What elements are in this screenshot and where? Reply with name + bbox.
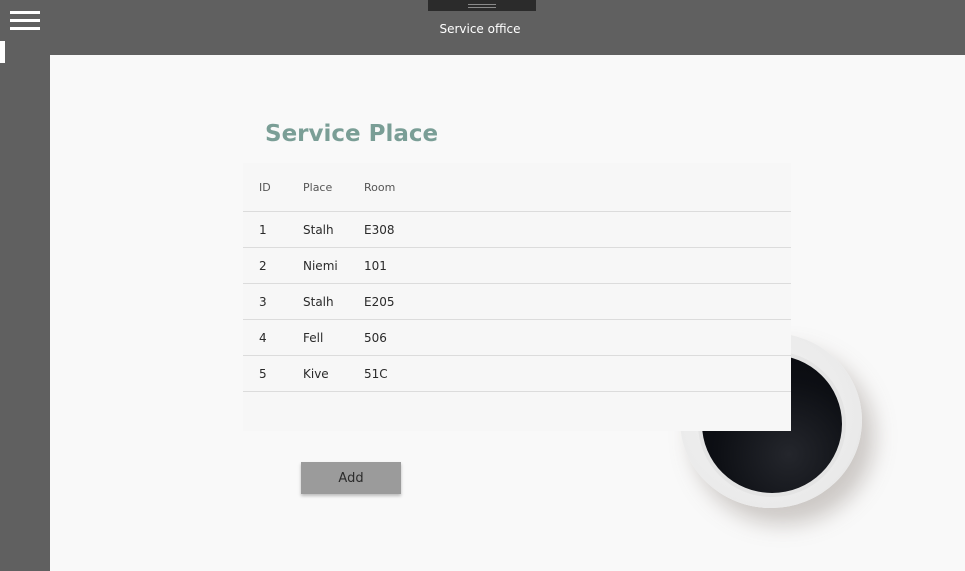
cell-place: Stalh <box>303 295 334 309</box>
table-row[interactable]: 5 Kive 51C <box>243 356 791 392</box>
drag-handle[interactable] <box>428 0 536 11</box>
cell-id: 3 <box>259 295 267 309</box>
service-place-table: ID Place Room 1 Stalh E308 2 Niemi 101 3… <box>243 163 791 431</box>
cell-room: 506 <box>364 331 387 345</box>
cell-id: 2 <box>259 259 267 273</box>
table-row[interactable]: 1 Stalh E308 <box>243 212 791 248</box>
table-row[interactable]: 2 Niemi 101 <box>243 248 791 284</box>
window-title: Service office <box>439 22 521 36</box>
cell-place: Stalh <box>303 223 334 237</box>
cell-room: E308 <box>364 223 395 237</box>
cell-place: Niemi <box>303 259 338 273</box>
column-header-room[interactable]: Room <box>364 163 395 212</box>
cell-room: 51C <box>364 367 388 381</box>
cell-place: Fell <box>303 331 324 345</box>
hamburger-menu-icon[interactable] <box>10 11 40 31</box>
app-window: Service office Service Place ID Place Ro… <box>0 0 965 571</box>
title-bar: Service office <box>0 0 965 63</box>
table-header-row: ID Place Room <box>243 163 791 212</box>
page-title: Service Place <box>265 121 439 147</box>
active-nav-indicator <box>0 41 5 63</box>
column-header-place[interactable]: Place <box>303 163 332 212</box>
cell-place: Kive <box>303 367 329 381</box>
add-button[interactable]: Add <box>301 462 401 494</box>
column-header-id[interactable]: ID <box>259 163 271 212</box>
table-row[interactable]: 3 Stalh E205 <box>243 284 791 320</box>
cell-id: 5 <box>259 367 267 381</box>
main-content: Service Place ID Place Room 1 Stalh E308… <box>50 55 965 571</box>
cell-id: 4 <box>259 331 267 345</box>
cell-room: 101 <box>364 259 387 273</box>
cell-id: 1 <box>259 223 267 237</box>
table-row[interactable]: 4 Fell 506 <box>243 320 791 356</box>
cell-room: E205 <box>364 295 395 309</box>
